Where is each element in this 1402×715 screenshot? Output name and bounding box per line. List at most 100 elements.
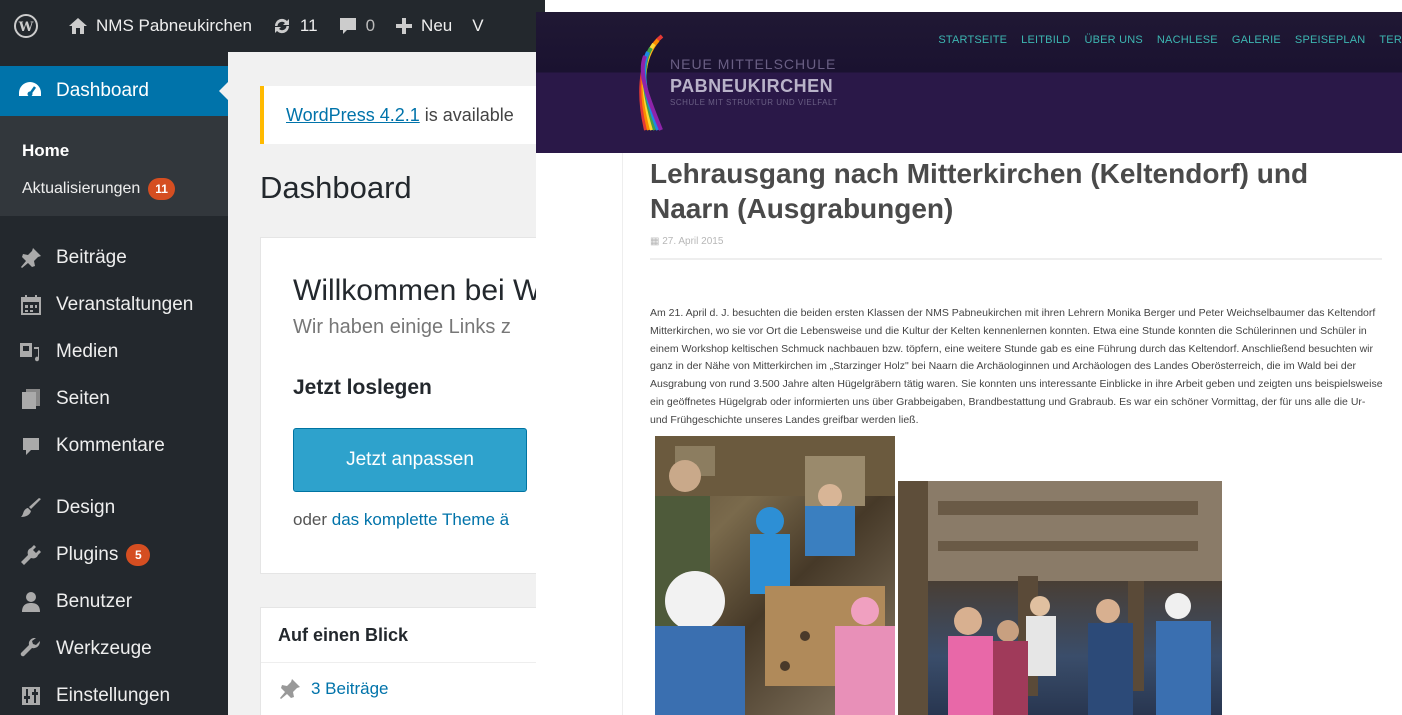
home-icon [69,18,87,34]
post-photo-excavation[interactable] [898,481,1222,715]
school-website: NEUE MITTELSCHULE PABNEUKIRCHEN SCHULE M… [536,12,1402,715]
welcome-heading: Jetzt loslegen [293,376,432,399]
welcome-title: Willkommen bei W [293,274,542,307]
comment-icon [18,434,44,458]
nav-item-home[interactable]: STARTSEITE [938,34,1007,46]
nav-item-menu[interactable]: SPEISEPLAN [1295,34,1365,46]
welcome-or-label: oder [293,510,332,529]
comments-button[interactable]: 0 [328,0,385,52]
menu-item-settings[interactable]: Einstellungen [0,672,228,715]
glance-posts-label: 3 Beiträge [311,679,389,698]
menu-item-design[interactable]: Design [0,484,228,531]
settings-icon [18,684,44,708]
dashboard-icon [19,82,41,97]
calendar-icon [18,293,44,317]
admin-content: WordPress 4.2.1 is available Dashboard W… [228,52,545,715]
menu-label-comments: Kommentare [56,434,165,456]
site-header: NEUE MITTELSCHULE PABNEUKIRCHEN SCHULE M… [536,12,1402,153]
wordpress-icon: W [14,14,38,38]
welcome-panel: Willkommen bei W Wir haben einige Links … [260,237,545,574]
site-nav: STARTSEITE LEITBILD ÜBER UNS NACHLESE GA… [924,34,1402,46]
wp-logo-button[interactable]: W [0,0,58,52]
dashboard-submenu: Home Aktualisierungen 11 [0,116,228,216]
submenu-item-home[interactable]: Home [0,132,228,170]
wordpress-admin: W NMS Pabneukirchen 11 0 Neu V Dashboard… [0,0,545,715]
menu-label-users: Benutzer [56,590,133,612]
admin-bar: W NMS Pabneukirchen 11 0 Neu V [0,0,545,52]
media-icon [18,340,44,364]
post-photo-workshop[interactable] [655,436,895,715]
update-link[interactable]: WordPress 4.2.1 [286,105,420,126]
admin-menu: Beiträge Veranstaltungen Medien Seiten K… [0,234,228,715]
post-title: Lehrausgang nach Mitterkirchen (Keltendo… [650,158,1309,224]
pin-icon [280,679,300,699]
welcome-about: Wir haben einige Links z [293,316,511,338]
menu-label-posts: Beiträge [56,246,127,268]
menu-item-pages[interactable]: Seiten [0,375,228,422]
customize-button[interactable]: Jetzt anpassen [293,428,527,492]
page-title: Dashboard [260,170,412,205]
menu-item-users[interactable]: Benutzer [0,578,228,625]
new-content-button[interactable]: Neu [385,0,462,52]
welcome-alt-text: oder das komplette Theme ä [293,510,509,530]
menu-item-plugins[interactable]: Plugins 5 [0,531,228,578]
menu-label-media: Medien [56,340,119,362]
menu-label-plugins: Plugins [56,543,119,565]
view-label-partial: V [472,16,484,35]
plugins-badge: 5 [126,543,151,566]
submenu-item-updates[interactable]: Aktualisierungen 11 [0,170,228,208]
menu-label-dashboard: Dashboard [56,80,149,101]
menu-label-tools: Werkzeuge [56,637,152,659]
updates-badge: 11 [148,178,175,200]
site-name-button[interactable]: NMS Pabneukirchen [58,0,262,52]
update-notice-text: is available [419,104,514,125]
nav-item-gallery[interactable]: GALERIE [1232,34,1281,46]
nav-item-mission[interactable]: LEITBILD [1021,34,1070,46]
menu-item-comments[interactable]: Kommentare [0,422,228,469]
menu-item-dashboard[interactable]: Dashboard [0,66,228,116]
comments-count: 0 [365,16,376,35]
logo-tagline: SCHULE MIT STRUKTUR UND VIELFALT [670,98,838,107]
plugin-icon [18,543,44,567]
workshop-photo-art [655,436,895,715]
pin-icon [18,246,44,270]
nav-item-about[interactable]: ÜBER UNS [1084,34,1142,46]
change-theme-link[interactable]: das komplette Theme ä [332,510,509,529]
user-icon [18,590,44,614]
post-date: ▦ 27. April 2015 [650,236,723,247]
menu-item-posts[interactable]: Beiträge [0,234,228,281]
svg-text:W: W [18,20,34,35]
site-logo[interactable]: NEUE MITTELSCHULE PABNEUKIRCHEN SCHULE M… [632,32,882,142]
admin-sidebar: Dashboard Home Aktualisierungen 11 Beitr… [0,52,228,715]
new-label: Neu [421,16,453,35]
wrench-icon [18,637,44,661]
submenu-label-updates: Aktualisierungen [22,180,141,197]
post-body: Am 21. April d. J. besuchten die beiden … [650,307,1383,426]
logo-line-1: NEUE MITTELSCHULE [670,56,837,72]
logo-line-2: PABNEUKIRCHEN [670,76,834,96]
site-name: NMS Pabneukirchen [96,16,252,35]
excavation-photo-art [898,481,1222,715]
menu-item-events[interactable]: Veranstaltungen [0,281,228,328]
view-site-button[interactable]: V [462,0,493,52]
at-a-glance-widget: Auf einen Blick 3 Beiträge [260,607,545,715]
updates-button[interactable]: 11 [262,0,328,52]
glance-posts-link[interactable]: 3 Beiträge [261,663,545,715]
rainbow-logo-icon [639,34,664,131]
submenu-label-home: Home [22,141,70,160]
calendar-icon: ▦ [650,236,663,247]
updates-count: 11 [299,16,318,35]
menu-label-design: Design [56,496,116,518]
refresh-icon [274,18,289,34]
comment-icon [339,18,356,34]
brush-icon [18,496,44,520]
nav-item-review[interactable]: NACHLESE [1157,34,1218,46]
at-a-glance-title[interactable]: Auf einen Blick [261,608,545,663]
menu-item-tools[interactable]: Werkzeuge [0,625,228,672]
menu-item-media[interactable]: Medien [0,328,228,375]
nav-item-dates[interactable]: TER [1379,34,1402,46]
update-notice: WordPress 4.2.1 is available [260,86,545,144]
menu-label-pages: Seiten [56,387,110,409]
post-divider [650,258,1382,260]
menu-label-events: Veranstaltungen [56,293,194,315]
